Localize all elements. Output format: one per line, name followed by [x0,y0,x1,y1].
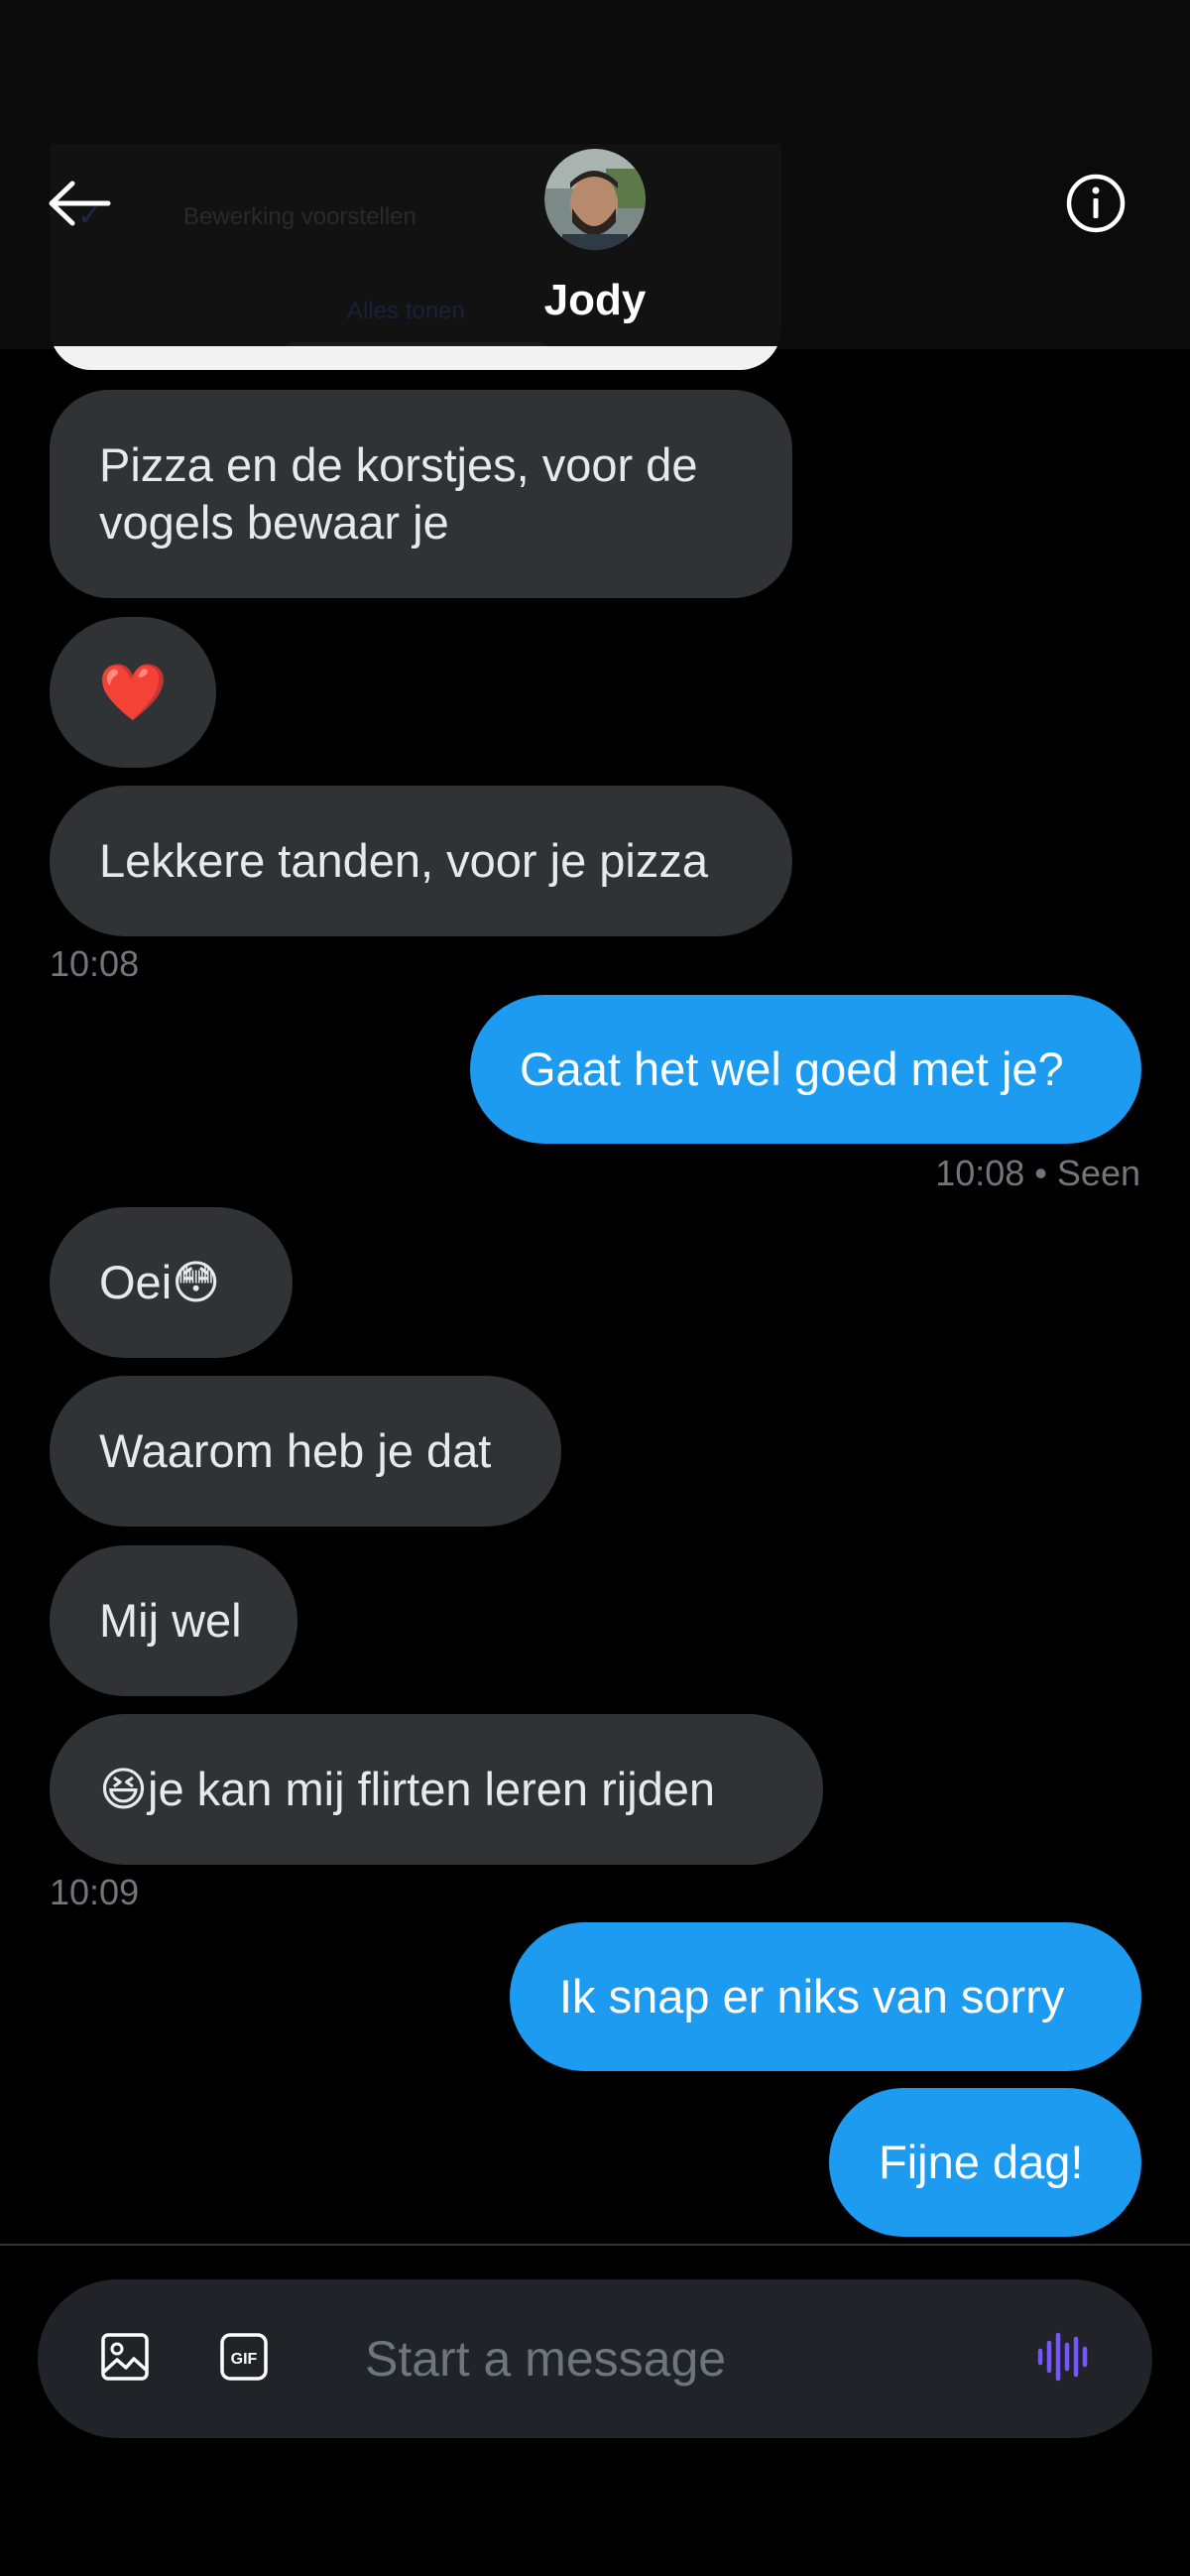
message-text: Ik snap er niks van sorry [559,1970,1065,2023]
message-timestamp: 10:08 [50,943,140,984]
message-text: Fijne dag! [879,2136,1084,2188]
message-bubble-incoming[interactable]: Mij wel [50,1545,298,1696]
message-bubble-outgoing[interactable]: Gaat het wel goed met je? [470,995,1141,1144]
voice-icon[interactable] [1034,2327,1094,2387]
message-text: Oei😳 [99,1256,221,1308]
message-timestamp-seen: 10:08 • Seen [935,1153,1140,1193]
sheet-edge [50,346,781,370]
message-bubble-incoming[interactable]: Pizza en de korstjes, voor de vogels bew… [50,390,792,598]
contact-name[interactable]: Jody [446,276,744,325]
message-bubble-incoming[interactable]: Oei😳 [50,1207,293,1358]
back-arrow-icon [49,181,111,226]
message-bubble-incoming[interactable]: 😆je kan mij flirten leren rijden [50,1714,823,1865]
gif-label: GIF [231,2351,258,2368]
composer-divider [0,2244,1190,2246]
info-button[interactable] [1061,169,1130,238]
avatar[interactable] [544,149,646,250]
message-text: Waarom heb je dat [99,1424,492,1477]
message-text: Pizza en de korstjes, voor de vogels bew… [99,438,698,549]
message-text: Gaat het wel goed met je? [520,1043,1064,1095]
message-composer: GIF [38,2279,1152,2438]
message-bubble-incoming[interactable]: ❤️ [50,617,216,768]
conversation-header: ✓ Bewerking voorstellen Alles tonen Jody [0,0,1190,370]
overlay-card: ✓ Bewerking voorstellen Alles tonen [50,144,781,370]
info-icon [1066,174,1126,233]
message-text: Lekkere tanden, voor je pizza [99,834,708,887]
gif-icon[interactable]: GIF [214,2327,274,2387]
heart-emoji: ❤️ [98,661,168,723]
message-bubble-incoming[interactable]: Lekkere tanden, voor je pizza [50,786,792,936]
message-text: 😆je kan mij flirten leren rijden [99,1763,716,1815]
suggest-edit-text: Bewerking voorstellen [183,203,416,230]
message-bubble-outgoing[interactable]: Fijne dag! [829,2088,1141,2237]
back-button[interactable] [40,169,119,238]
message-timestamp: 10:09 [50,1872,140,1912]
image-icon[interactable] [95,2327,155,2387]
message-bubble-incoming[interactable]: Waarom heb je dat [50,1376,561,1527]
message-bubble-outgoing[interactable]: Ik snap er niks van sorry [510,1922,1141,2071]
message-input[interactable] [365,2319,1000,2398]
message-text: Mij wel [99,1594,242,1647]
